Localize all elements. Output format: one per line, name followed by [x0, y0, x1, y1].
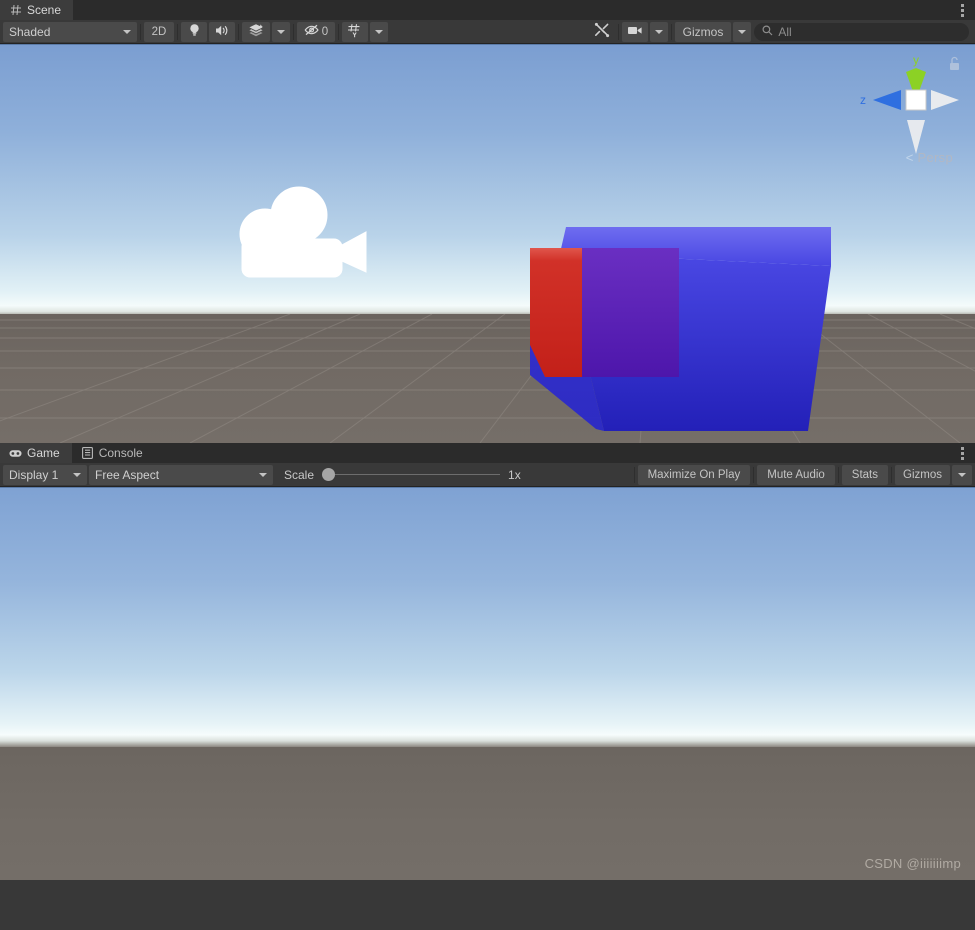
gizmo-axis-z: z [860, 90, 901, 110]
scene-grid-toggle[interactable] [342, 21, 368, 42]
scene-fx-dropdown[interactable] [272, 21, 290, 42]
scene-draw-mode-dropdown[interactable]: Shaded [3, 21, 137, 42]
kebab-dot [960, 8, 964, 12]
mute-audio-label: Mute Audio [767, 468, 825, 481]
game-gizmos-dropdown[interactable] [952, 464, 972, 485]
game-scale-label: Scale [284, 467, 315, 482]
scene-camera-icon [627, 25, 643, 39]
toolbar-divider [837, 466, 839, 483]
toolbar-divider [338, 23, 339, 40]
toolbar-divider [753, 466, 755, 483]
unity-editor-window: Scene Shaded 2D 0 Gizmos All y z < Persp… [0, 0, 975, 930]
stats-label: Stats [851, 468, 879, 481]
toolbar-divider [238, 23, 239, 40]
maximize-on-play-button[interactable]: Maximize On Play [637, 464, 751, 485]
scene-lighting-toggle[interactable] [181, 21, 207, 42]
chevron-down-icon [123, 29, 131, 34]
game-display-label: Display 1 [9, 467, 59, 482]
slider-knob[interactable] [322, 468, 336, 481]
tab-scene-label: Scene [27, 3, 62, 17]
game-display-dropdown[interactable]: Display 1 [3, 464, 87, 485]
svg-text:z: z [860, 93, 866, 107]
toolbar-divider [891, 466, 893, 483]
chevron-down-icon [654, 29, 663, 34]
game-scale-slider[interactable] [322, 468, 501, 482]
padlock-icon [950, 56, 959, 70]
maximize-on-play-label: Maximize On Play [647, 468, 741, 481]
kebab-dot [960, 446, 964, 450]
scene-gizmos-label: Gizmos [682, 24, 724, 39]
scene-tabbar: Scene [0, 0, 975, 20]
scene-grid-dropdown[interactable] [370, 21, 388, 42]
toolbar-divider [633, 466, 635, 483]
scene-draw-mode-label: Shaded [9, 24, 51, 39]
scene-orientation-gizmo[interactable]: y z [855, 50, 970, 170]
chevron-down-icon [73, 472, 81, 477]
kebab-dot [960, 3, 964, 7]
gamepad-icon [9, 447, 22, 460]
chevron-down-icon [375, 29, 383, 34]
scene-camera-settings-button[interactable] [621, 21, 648, 42]
kebab-dot [960, 451, 964, 455]
effects-layers-icon [248, 23, 264, 40]
game-viewport[interactable]: CSDN @iiiiiiimp [0, 488, 975, 880]
game-scale-value: 1x [508, 467, 521, 482]
tools-wrench-icon [594, 22, 610, 41]
toolbar-divider [140, 23, 141, 40]
search-icon [762, 25, 773, 39]
scene-hidden-objects-toggle[interactable]: 0 [297, 21, 335, 42]
scene-overflow-menu[interactable] [953, 0, 971, 20]
scene-camera-dropdown[interactable] [649, 21, 668, 42]
scene-geometry [0, 45, 975, 443]
scene-gizmos-button[interactable]: Gizmos [674, 21, 732, 42]
game-scale-control: Scale 1x [274, 465, 534, 485]
game-aspect-label: Free Aspect [95, 467, 160, 482]
slider-track [322, 474, 501, 475]
kebab-dot [960, 456, 964, 460]
scene-gizmos-dropdown[interactable] [733, 21, 752, 42]
scene-viewport[interactable]: y z < Persp [0, 45, 975, 443]
scene-tools-button[interactable] [589, 22, 615, 42]
crossed-eye-icon [304, 24, 320, 39]
game-overflow-menu[interactable] [953, 443, 971, 463]
tab-game-label: Game [27, 446, 60, 460]
chevron-down-icon [958, 472, 966, 477]
toolbar-divider [617, 23, 619, 40]
console-list-icon [81, 447, 94, 460]
game-toolbar: Display 1 Free Aspect Scale 1x Maximize … [0, 463, 975, 487]
tab-game[interactable]: Game [0, 443, 72, 463]
chevron-down-icon [738, 29, 747, 34]
tab-console[interactable]: Console [71, 443, 155, 463]
mute-audio-button[interactable]: Mute Audio [757, 464, 835, 485]
toolbar-divider [293, 23, 294, 40]
scene-search-input[interactable]: All [754, 22, 970, 41]
toolbar-divider [670, 23, 672, 40]
toolbar-divider [177, 23, 178, 40]
tab-scene[interactable]: Scene [0, 0, 74, 20]
chevron-down-icon [259, 472, 267, 477]
game-aspect-dropdown[interactable]: Free Aspect [89, 464, 273, 485]
game-gizmos-button[interactable]: Gizmos [895, 464, 950, 485]
chevron-down-icon [277, 29, 285, 34]
tab-console-label: Console [98, 446, 143, 460]
scene-hidden-objects-count: 0 [321, 25, 329, 38]
lightbulb-icon [188, 23, 201, 40]
game-gizmos-label: Gizmos [903, 468, 942, 481]
scene-2d-label: 2D [151, 25, 167, 38]
grid-snap-icon [347, 23, 363, 41]
scene-toolbar: Shaded 2D 0 Gizmos All [0, 20, 975, 44]
game-tabbar: Game Console [0, 443, 975, 463]
scene-2d-toggle[interactable]: 2D [144, 21, 174, 42]
scene-audio-toggle[interactable] [209, 21, 235, 42]
grid-hash-icon [9, 4, 22, 17]
camera-gizmo-icon[interactable] [228, 177, 370, 283]
scene-fx-toggle[interactable] [242, 21, 270, 42]
game-geometry [0, 488, 975, 880]
stats-button[interactable]: Stats [841, 464, 889, 485]
speaker-icon [215, 24, 230, 40]
kebab-dot [960, 13, 964, 17]
svg-text:y: y [913, 53, 919, 67]
scene-search-placeholder: All [778, 24, 792, 39]
